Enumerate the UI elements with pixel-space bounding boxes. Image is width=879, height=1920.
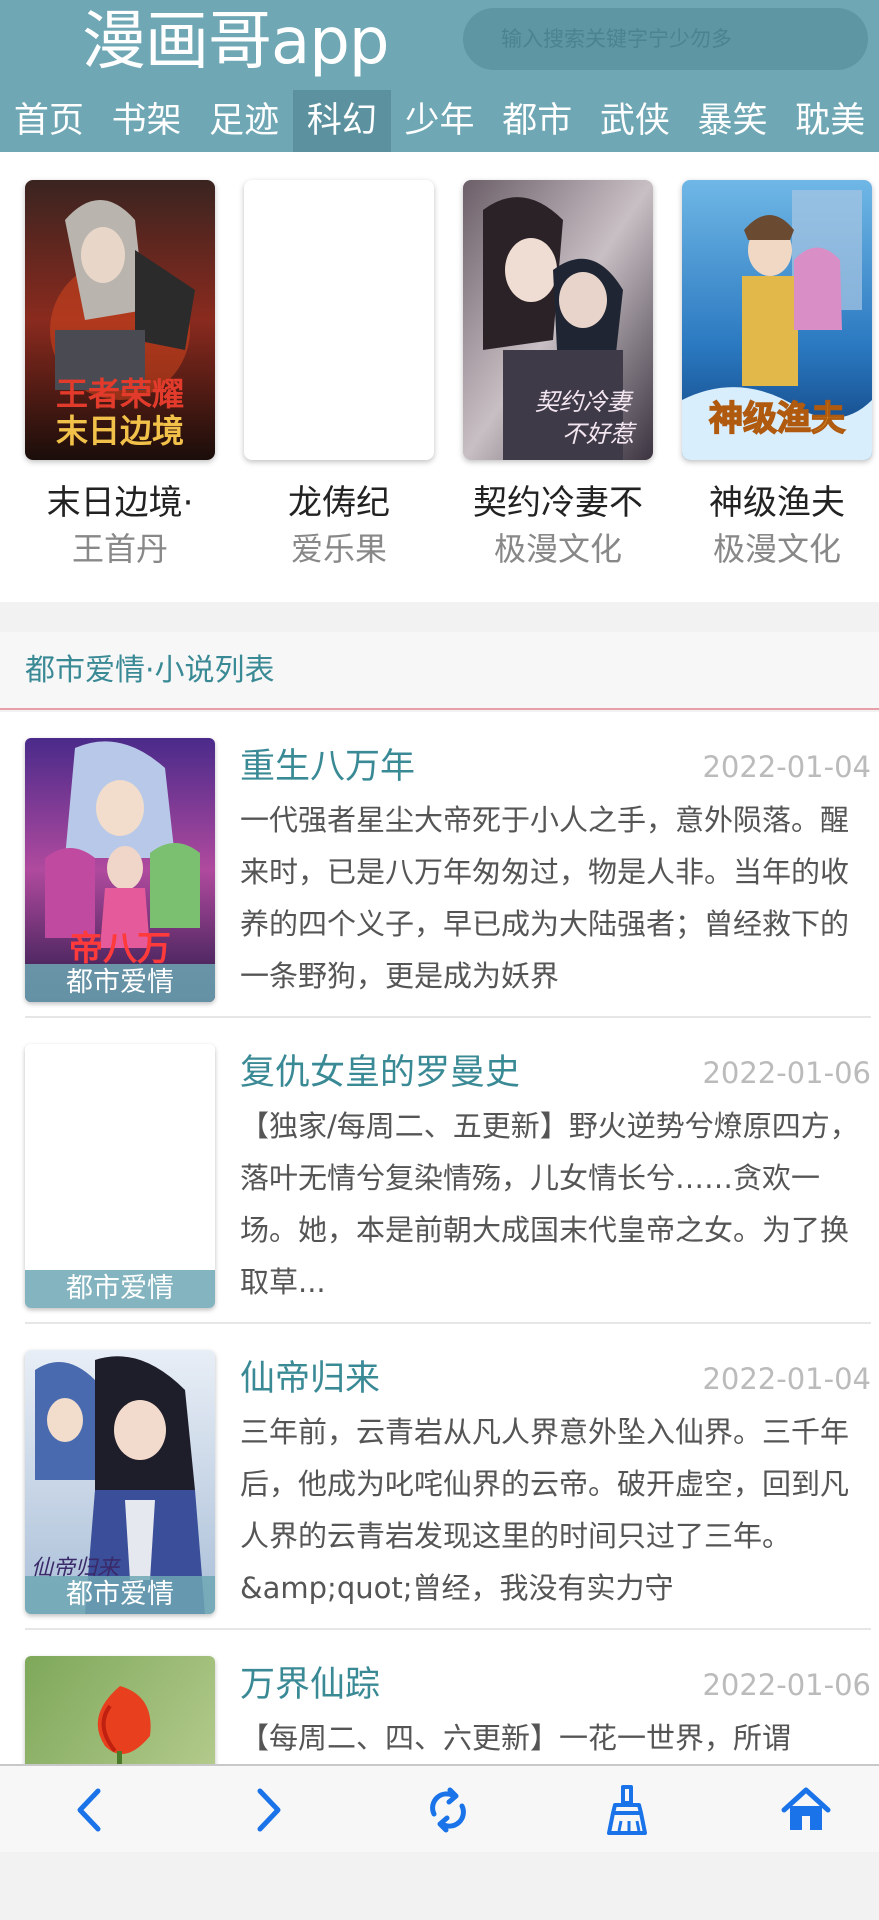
svg-text:帝八万: 帝八万 [69,929,171,969]
section-title: 都市爱情·小说列表 [25,653,275,688]
featured-cover[interactable]: 神级渔夫 [682,180,872,460]
list-item[interactable]: 仙帝归来 都市爱情 仙帝归来 2022-01-04 三年前，云青岩从凡人界意外坠… [0,1324,879,1630]
list-item-tag: 都市爱情 [25,964,215,1002]
nav-item-wuxia[interactable]: 武侠 [586,90,684,152]
nav-item-comedy[interactable]: 暴笑 [684,90,782,152]
svg-text:末日边境: 末日边境 [56,412,184,450]
svg-text:不好惹: 不好惹 [562,420,637,448]
featured-cover[interactable] [244,180,434,460]
featured-title[interactable]: 末日边境· [25,480,215,526]
clean-brush-icon[interactable] [586,1766,666,1854]
featured-author: 极漫文化 [493,530,622,568]
forward-arrow-icon[interactable] [228,1766,308,1854]
list-item-date: 2022-01-04 [702,750,871,784]
list-item-cover[interactable]: 帝八万 都市爱情 [25,738,215,1002]
list-item[interactable]: 都市爱情 复仇女皇的罗曼史 2022-01-06 【独家/每周二、五更新】野火逆… [0,1018,879,1324]
nav-item-bookshelf[interactable]: 书架 [98,90,196,152]
list-item-cover[interactable] [25,1656,215,1764]
list-item-tag: 都市爱情 [25,1270,215,1308]
featured-cover[interactable]: 契约冷妻 不好惹 [463,180,653,460]
list-item-title[interactable]: 仙帝归来 [240,1356,380,1402]
featured-title[interactable]: 契约冷妻不 [463,480,653,526]
list-item[interactable]: 万界仙踪 2022-01-06 【每周二、四、六更新】一花一世界，所谓 [0,1630,879,1764]
featured-author: 王首丹 [71,530,168,568]
svg-text:神级渔夫: 神级渔夫 [709,399,846,439]
featured-card[interactable]: 神级渔夫 神级渔夫 极漫文化 [682,180,872,572]
featured-card[interactable]: 龙俦纪 爱乐果 [244,180,434,572]
list-item-description: 三年前，云青岩从凡人界意外坠入仙界。三千年后，他成为叱咤仙界的云帝。破开虚空，回… [240,1415,850,1605]
nav-item-scifi[interactable]: 科幻 [293,90,391,152]
list-item-date: 2022-01-06 [702,1668,871,1702]
app-logo[interactable]: 漫画哥app [82,0,389,84]
list-item-cover[interactable]: 仙帝归来 都市爱情 [25,1350,215,1614]
search-input[interactable] [463,8,868,70]
bottom-toolbar [0,1764,879,1852]
featured-title[interactable]: 龙俦纪 [244,480,434,526]
featured-comics: 王者荣耀 末日边境 末日边境· 王首丹 龙俦纪 爱乐果 契约冷妻 不好惹 契约冷… [0,152,879,602]
home-icon[interactable] [766,1766,846,1854]
nav-item-history[interactable]: 足迹 [195,90,293,152]
list-item-title[interactable]: 复仇女皇的罗曼史 [240,1050,520,1096]
svg-text:王者荣耀: 王者荣耀 [56,375,184,413]
category-nav: 首页 书架 足迹 科幻 少年 都市 武侠 暴笑 耽美 [0,90,879,152]
featured-title[interactable]: 神级渔夫 [682,480,872,526]
list-item-date: 2022-01-04 [702,1362,871,1396]
list-item-description: 【独家/每周二、五更新】野火逆势兮燎原四方，落叶无情兮复染情殇，儿女情长兮……贪… [240,1109,859,1299]
novel-list: 帝八万 都市爱情 重生八万年 2022-01-04 一代强者星尘大帝死于小人之手… [0,712,879,1764]
list-item-description: 【每周二、四、六更新】一花一世界，所谓 [240,1721,792,1755]
featured-cover[interactable]: 王者荣耀 末日边境 [25,180,215,460]
list-item-title[interactable]: 万界仙踪 [240,1662,380,1708]
nav-item-home[interactable]: 首页 [0,90,98,152]
featured-author: 极漫文化 [712,530,841,568]
list-item-title[interactable]: 重生八万年 [240,744,415,790]
list-item-tag: 都市爱情 [25,1576,215,1614]
refresh-icon[interactable] [408,1766,488,1854]
nav-item-danmei[interactable]: 耽美 [781,90,879,152]
featured-card[interactable]: 契约冷妻 不好惹 契约冷妻不 极漫文化 [463,180,653,572]
list-item-cover[interactable]: 都市爱情 [25,1044,215,1308]
featured-card[interactable]: 王者荣耀 末日边境 末日边境· 王首丹 [25,180,215,572]
list-item-description: 一代强者星尘大帝死于小人之手，意外陨落。醒来时，已是八万年匆匆过，物是人非。当年… [240,803,850,993]
system-nav-area [0,1852,879,1920]
app-header: 漫画哥app 首页 书架 足迹 科幻 少年 都市 武侠 暴笑 耽美 [0,0,879,152]
nav-item-youth[interactable]: 少年 [391,90,489,152]
back-arrow-icon[interactable] [50,1766,130,1854]
section-header: 都市爱情·小说列表 [0,632,879,710]
featured-author: 爱乐果 [290,530,387,568]
nav-item-urban[interactable]: 都市 [488,90,586,152]
list-item-date: 2022-01-06 [702,1056,871,1090]
svg-text:契约冷妻: 契约冷妻 [535,388,634,416]
list-item[interactable]: 帝八万 都市爱情 重生八万年 2022-01-04 一代强者星尘大帝死于小人之手… [0,712,879,1018]
